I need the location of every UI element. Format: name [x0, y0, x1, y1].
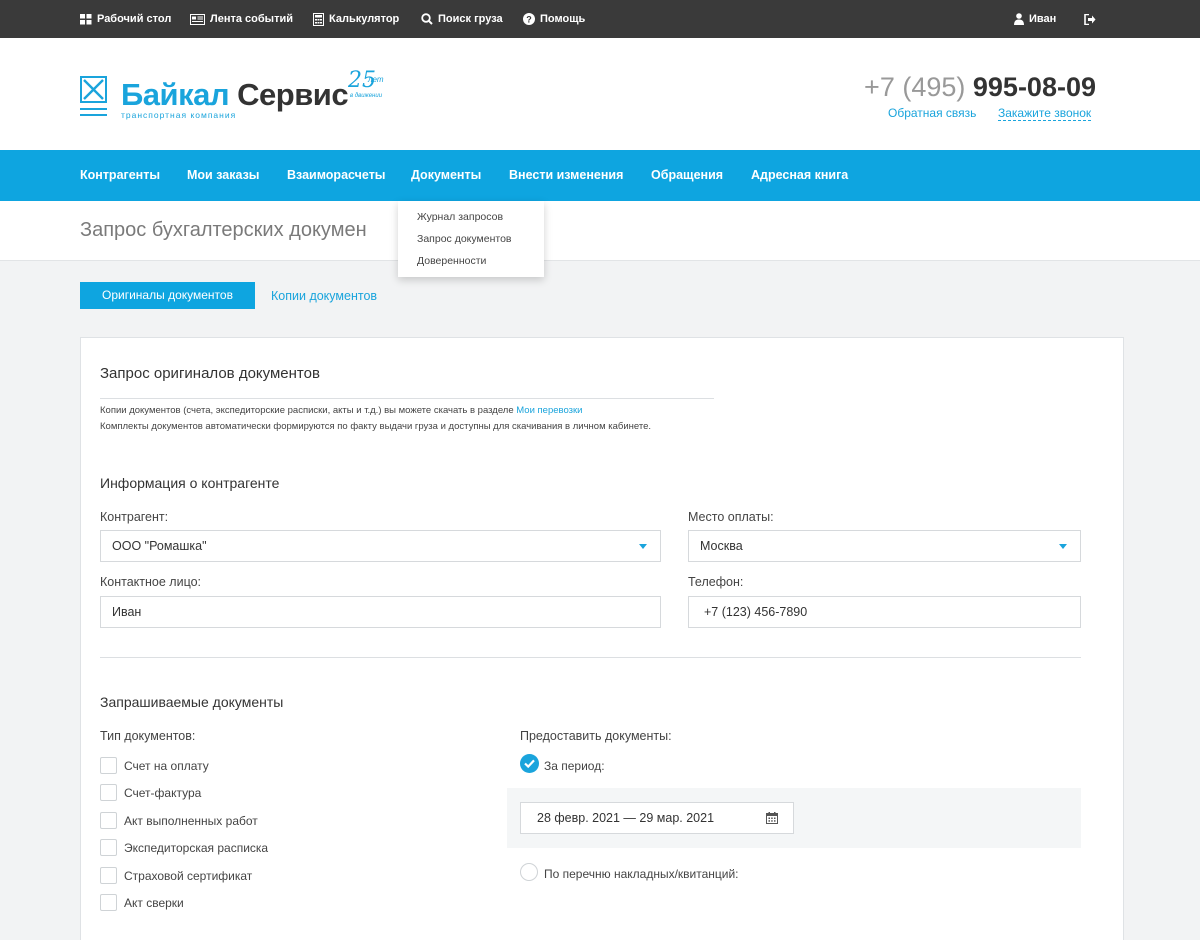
checkbox-forwarding-receipt-label: Экспедиторская расписка	[124, 841, 269, 855]
chevron-down-icon	[1059, 544, 1067, 549]
phone-label: Телефон:	[688, 575, 744, 589]
note-line-2: Комплекты документов автоматически форми…	[100, 421, 652, 432]
dropdown-item-power-of-attorney[interactable]: Доверенности	[398, 254, 544, 276]
my-shipments-link[interactable]: Мои перевозки	[516, 405, 582, 416]
form-heading: Запрос оригиналов документов	[100, 365, 320, 382]
date-range-picker[interactable]: 28 февр. 2021 — 29 мар. 2021	[520, 802, 794, 834]
user-icon	[1014, 13, 1024, 25]
newspaper-icon	[190, 13, 205, 25]
phone-value: +7 (123) 456-7890	[704, 605, 808, 619]
help-circle-icon: ?	[523, 13, 535, 25]
checkbox-reconciliation-act-label: Акт сверки	[124, 896, 184, 910]
svg-text:?: ?	[526, 15, 532, 25]
logout-icon	[1084, 13, 1096, 25]
logout-button[interactable]	[1084, 0, 1096, 38]
radio-list-label: По перечню накладных/квитанций:	[544, 867, 739, 881]
radio-list[interactable]	[520, 863, 538, 881]
tab-originals[interactable]: Оригиналы документов	[80, 282, 255, 309]
radio-period[interactable]	[520, 754, 539, 773]
calculator-icon	[313, 12, 324, 26]
nav-item-changes[interactable]: Внести изменения	[509, 150, 623, 201]
nav-item-settlements[interactable]: Взаиморасчеты	[287, 150, 386, 201]
top-bar: Рабочий стол Лента событий Калькулятор П…	[0, 0, 1200, 38]
doc-type-label: Тип документов:	[100, 729, 196, 743]
checkbox-vat-invoice[interactable]	[100, 784, 117, 801]
user-name: Иван	[1029, 13, 1057, 25]
top-link-events[interactable]: Лента событий	[190, 0, 293, 38]
chevron-down-icon	[639, 544, 647, 549]
note-line-1-text: Копии документов (счета, экспедиторские …	[100, 405, 517, 416]
radio-period-label: За период:	[544, 759, 605, 773]
nav-item-contractors[interactable]: Контрагенты	[80, 150, 160, 201]
callback-link[interactable]: Закажите звонок	[998, 106, 1092, 121]
payment-place-label: Место оплаты:	[688, 510, 774, 524]
payment-place-value: Москва	[700, 539, 743, 553]
top-link-calculator[interactable]: Калькулятор	[313, 0, 399, 38]
phone-code: +7 (495)	[864, 72, 966, 102]
check-icon	[524, 759, 535, 769]
top-link-calculator-label: Калькулятор	[329, 13, 400, 25]
top-link-search-label: Поиск груза	[438, 13, 503, 25]
docs-section-title: Запрашиваемые документы	[100, 694, 284, 710]
checkbox-forwarding-receipt[interactable]	[100, 839, 117, 856]
top-link-desktop-label: Рабочий стол	[97, 13, 172, 25]
payment-place-select[interactable]: Москва	[688, 530, 1081, 562]
top-link-events-label: Лента событий	[210, 13, 293, 25]
phone-number[interactable]: +7 (495) 995-08-09	[864, 72, 1096, 103]
dropdown-item-document-request[interactable]: Запрос документов	[398, 232, 544, 254]
dropdown-item-request-log[interactable]: Журнал запросов	[398, 210, 544, 232]
calendar-icon	[766, 812, 778, 824]
request-form-card: Запрос оригиналов документов Копии докум…	[80, 337, 1124, 940]
page-title: Запрос бухгалтерских докумен	[80, 219, 367, 241]
anniversary-subtitle: в движении	[350, 93, 383, 99]
search-icon	[421, 13, 433, 25]
nav-item-address-book[interactable]: Адресная книга	[751, 150, 848, 201]
top-link-search[interactable]: Поиск груза	[421, 0, 503, 38]
note-line-1: Копии документов (счета, экспедиторские …	[100, 405, 582, 416]
contractor-select[interactable]: ООО "Ромашка"	[100, 530, 661, 562]
logo-mark-icon[interactable]	[80, 76, 107, 122]
date-range-value: 28 февр. 2021 — 29 мар. 2021	[537, 811, 715, 825]
contractor-value: ООО "Ромашка"	[112, 539, 207, 553]
nav-item-requests[interactable]: Обращения	[651, 150, 723, 201]
heading-divider	[100, 398, 714, 399]
section-divider	[100, 657, 1081, 658]
top-link-help-label: Помощь	[540, 13, 586, 25]
contact-label: Контактное лицо:	[100, 575, 202, 589]
phone-input[interactable]: +7 (123) 456-7890	[688, 596, 1081, 628]
provide-label: Предоставить документы:	[520, 729, 672, 743]
main-nav: Контрагенты Мои заказы Взаиморасчеты Док…	[0, 150, 1200, 201]
top-link-help[interactable]: ? Помощь	[523, 0, 585, 38]
logo-name-part2: Сервис	[237, 77, 349, 112]
nav-item-orders[interactable]: Мои заказы	[187, 150, 259, 201]
contractor-section-title: Информация о контрагенте	[100, 475, 280, 491]
contact-input[interactable]: Иван	[100, 596, 661, 628]
checkbox-vat-invoice-label: Счет-фактура	[124, 786, 202, 800]
checkbox-insurance-certificate[interactable]	[100, 867, 117, 884]
checkbox-invoice[interactable]	[100, 757, 117, 774]
logo-name-part1: Байкал	[121, 77, 230, 112]
tab-copies[interactable]: Копии документов	[271, 289, 377, 303]
grid-icon	[80, 13, 92, 24]
nav-item-documents[interactable]: Документы	[411, 150, 481, 201]
logo-name[interactable]: Байкал Сервис	[121, 77, 349, 113]
checkbox-invoice-label: Счет на оплату	[124, 759, 209, 773]
top-link-desktop[interactable]: Рабочий стол	[80, 0, 171, 38]
user-menu[interactable]: Иван	[1014, 0, 1056, 38]
checkbox-reconciliation-act[interactable]	[100, 894, 117, 911]
contact-value: Иван	[112, 605, 142, 619]
documents-dropdown: Журнал запросов Запрос документов Довере…	[398, 201, 544, 277]
checkbox-work-act[interactable]	[100, 812, 117, 829]
site-header: Байкал Сервис транспортная компания 25 л…	[0, 38, 1200, 150]
anniversary-word: лет	[368, 75, 384, 84]
logo-tagline: транспортная компания	[121, 110, 237, 120]
feedback-link[interactable]: Обратная связь	[888, 106, 976, 120]
phone-digits: 995-08-09	[972, 72, 1096, 102]
page-title-band: Запрос бухгалтерских докумен	[0, 201, 1200, 261]
contractor-label: Контрагент:	[100, 510, 169, 524]
checkbox-work-act-label: Акт выполненных работ	[124, 814, 258, 828]
checkbox-insurance-certificate-label: Страховой сертификат	[124, 869, 253, 883]
